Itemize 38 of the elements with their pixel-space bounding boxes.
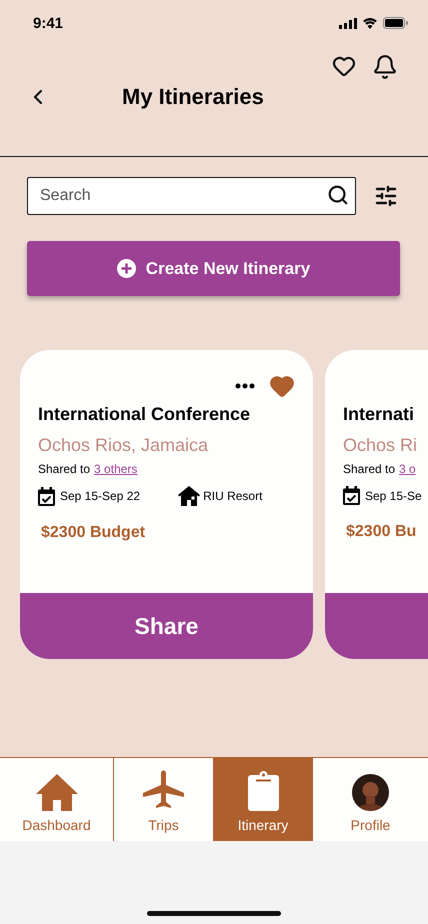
calendar-check-icon bbox=[343, 486, 360, 505]
page-title: My Itineraries bbox=[122, 84, 264, 110]
card-location: Ochos Ri bbox=[343, 435, 418, 456]
shared-link[interactable]: 3 o bbox=[399, 462, 416, 476]
house-icon bbox=[36, 774, 78, 811]
create-itinerary-button[interactable]: Create New Itinerary bbox=[27, 241, 400, 296]
card-budget: $2300 Budget bbox=[41, 524, 146, 542]
plus-circle-icon bbox=[116, 259, 136, 278]
calendar-check-icon bbox=[38, 486, 55, 506]
status-time: 9:41 bbox=[33, 14, 64, 32]
airplane-icon bbox=[143, 770, 184, 811]
share-button[interactable]: Share bbox=[20, 593, 313, 659]
card-dates: Sep 15-Se bbox=[365, 488, 422, 502]
shared-link[interactable]: 3 others bbox=[94, 462, 138, 476]
card-title: Internati bbox=[343, 404, 416, 425]
signal-icon bbox=[339, 18, 357, 28]
shared-label: Shared to bbox=[38, 462, 90, 476]
wifi-icon bbox=[362, 17, 378, 29]
battery-icon bbox=[383, 17, 408, 29]
more-icon[interactable] bbox=[235, 383, 255, 389]
shared-label: Shared to bbox=[343, 462, 396, 476]
house-icon bbox=[178, 486, 200, 506]
card-location: Ochos Rios, Jamaica bbox=[38, 435, 210, 456]
card-dates: Sep 15-Sep 22 bbox=[60, 489, 140, 503]
nav-tab[interactable]: Dashboard bbox=[0, 758, 114, 841]
card-title: International Conference bbox=[38, 404, 252, 425]
itinerary-card[interactable]: International Conference Ochos Rios, Jamaica Shared to 3 others Sep 15-Sep 22 RIU Resort $2300 Budget Share bbox=[20, 350, 313, 659]
nav-tab[interactable]: Profile bbox=[313, 758, 428, 841]
clipboard-icon bbox=[248, 771, 278, 811]
nav-tab[interactable]: Itinerary bbox=[213, 758, 313, 841]
card-lodging: RIU Resort bbox=[203, 489, 262, 503]
search-field[interactable]: Search bbox=[27, 177, 356, 215]
search-icon[interactable] bbox=[327, 184, 349, 206]
itinerary-card[interactable]: Internati Ochos Ri Shared to 3 o Sep 15-Se $2300 Bu bbox=[325, 350, 428, 659]
filter-icon[interactable] bbox=[374, 184, 398, 208]
bell-icon[interactable] bbox=[372, 54, 398, 80]
nav-tab[interactable]: Trips bbox=[114, 758, 213, 841]
card-budget: $2300 Bu bbox=[346, 523, 418, 541]
